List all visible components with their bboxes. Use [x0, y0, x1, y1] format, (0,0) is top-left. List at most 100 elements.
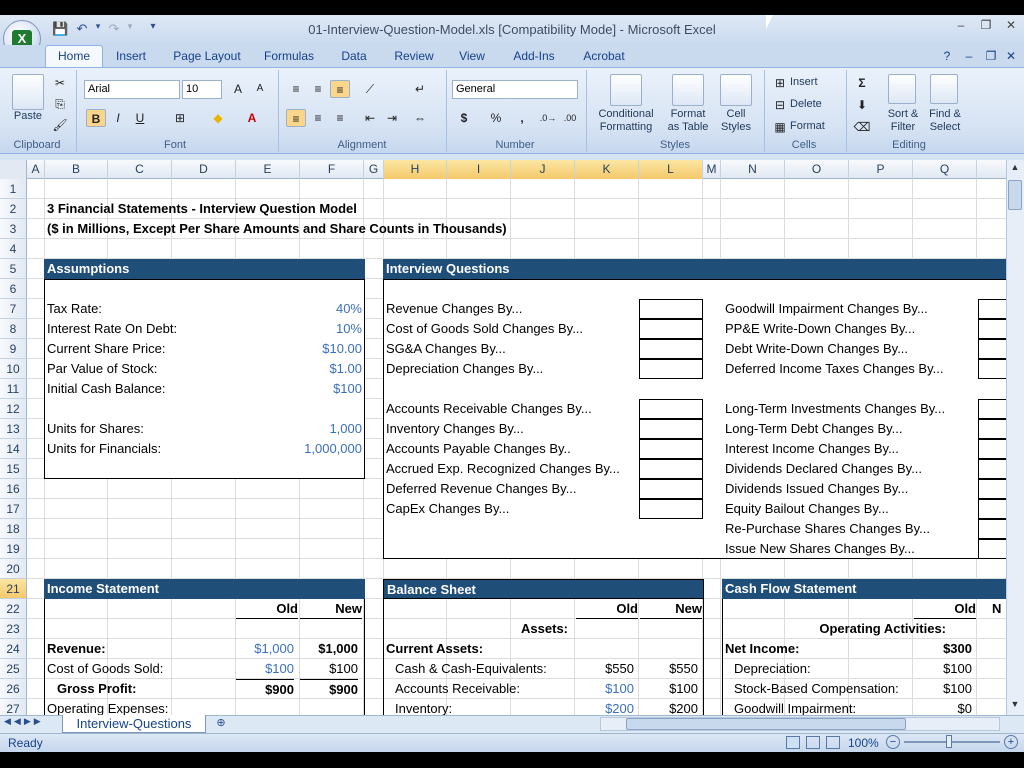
tab-review[interactable]: Review [388, 46, 440, 67]
horizontal-scroll-thumb[interactable] [626, 718, 906, 730]
shrink-font-icon[interactable]: A [250, 80, 270, 98]
column-header[interactable]: D [172, 160, 236, 179]
page-layout-view-icon[interactable] [806, 736, 820, 749]
cell-styles-label2[interactable]: Styles [712, 121, 760, 133]
balance-old-value[interactable]: $550 [576, 659, 634, 679]
format-cells-button[interactable]: Format [790, 120, 825, 132]
conditional-formatting-icon[interactable] [610, 74, 642, 106]
assumption-value[interactable]: 40% [290, 299, 362, 319]
answer-input[interactable] [639, 459, 703, 479]
decrease-decimal-icon[interactable]: .00 [560, 109, 580, 127]
row-header[interactable]: 3 [0, 219, 27, 239]
row-header[interactable]: 5 [0, 259, 27, 279]
row-header[interactable]: 22 [0, 599, 27, 619]
bottom-align-icon[interactable]: ≡ [330, 80, 350, 98]
row-header[interactable]: 21 [0, 579, 27, 599]
column-header[interactable]: J [511, 160, 575, 179]
cashflow-old-value[interactable]: $100 [914, 679, 972, 699]
help-icon[interactable]: ? [938, 46, 956, 67]
align-left-icon[interactable]: ≡ [286, 109, 306, 127]
ribbon-restore-icon[interactable]: ❐ [982, 46, 1000, 67]
column-header[interactable]: O [785, 160, 849, 179]
cashflow-old-value[interactable]: $100 [914, 659, 972, 679]
column-header[interactable]: F [300, 160, 364, 179]
column-header[interactable]: K [575, 160, 639, 179]
borders-icon[interactable]: ⊞ [170, 109, 190, 127]
conditional-formatting-label2[interactable]: Formatting [590, 121, 662, 133]
restore-button[interactable]: ❐ [975, 18, 997, 38]
zoom-in-icon[interactable]: + [1004, 735, 1018, 749]
cell-styles-label[interactable]: Cell [712, 108, 760, 120]
balance-new-value[interactable]: $550 [640, 659, 698, 679]
income-old-value[interactable]: $100 [236, 659, 294, 679]
font-name-combo[interactable]: Arial [84, 80, 180, 99]
italic-button[interactable]: I [108, 109, 128, 127]
paste-icon[interactable] [12, 74, 44, 110]
increase-decimal-icon[interactable]: .0→ [538, 109, 558, 127]
zoom-slider-thumb[interactable] [946, 735, 952, 748]
column-header[interactable]: Q [913, 160, 977, 179]
scroll-down-arrow-icon[interactable]: ▼ [1008, 699, 1022, 713]
zoom-level[interactable]: 100% [848, 736, 879, 750]
answer-input[interactable] [639, 439, 703, 459]
grow-font-icon[interactable]: A [228, 80, 248, 98]
row-header[interactable]: 6 [0, 279, 27, 299]
find-select-icon[interactable] [930, 74, 958, 104]
vertical-scrollbar[interactable] [1006, 160, 1024, 715]
minimize-button[interactable]: – [950, 18, 972, 38]
insert-cells-icon[interactable]: ⊞ [770, 74, 790, 92]
close-button[interactable]: ✕ [1000, 18, 1022, 38]
income-new-value[interactable]: $1,000 [300, 639, 358, 659]
tab-formulas[interactable]: Formulas [258, 46, 320, 67]
tab-acrobat[interactable]: Acrobat [575, 46, 633, 67]
column-header[interactable]: A [27, 160, 45, 179]
tab-data[interactable]: Data [333, 46, 375, 67]
row-header[interactable]: 26 [0, 679, 27, 699]
row-header[interactable]: 18 [0, 519, 27, 539]
balance-new-value[interactable]: $100 [640, 679, 698, 699]
delete-cells-icon[interactable]: ⊟ [770, 96, 790, 114]
autosum-icon[interactable]: Σ [852, 74, 872, 92]
answer-input[interactable] [639, 499, 703, 519]
column-header[interactable]: N [721, 160, 785, 179]
sheet-nav-arrows-icon[interactable]: ◀◀▶▶ [4, 716, 56, 732]
format-as-table-label2[interactable]: as Table [660, 121, 716, 133]
balance-old-value[interactable]: $100 [576, 679, 634, 699]
currency-button[interactable]: $ [454, 109, 474, 127]
format-as-table-label[interactable]: Format [660, 108, 716, 120]
tab-add-ins[interactable]: Add-Ins [505, 46, 563, 67]
income-new-value[interactable]: $100 [300, 659, 358, 679]
zoom-slider-track[interactable] [904, 741, 1000, 743]
middle-align-icon[interactable]: ≡ [308, 80, 328, 98]
fill-icon[interactable]: ⬇ [852, 96, 872, 114]
row-header[interactable]: 15 [0, 459, 27, 479]
column-header[interactable]: H [384, 160, 447, 179]
scroll-up-arrow-icon[interactable]: ▲ [1008, 162, 1022, 176]
number-format-combo[interactable]: General [452, 80, 578, 99]
normal-view-icon[interactable] [786, 736, 800, 749]
row-header[interactable]: 19 [0, 539, 27, 559]
underline-button[interactable]: U [130, 109, 150, 127]
row-header[interactable]: 20 [0, 559, 27, 579]
answer-input[interactable] [639, 399, 703, 419]
income-new-value[interactable]: $900 [300, 679, 358, 699]
answer-input[interactable] [639, 419, 703, 439]
row-header[interactable]: 24 [0, 639, 27, 659]
row-header[interactable]: 14 [0, 439, 27, 459]
answer-input[interactable] [639, 359, 703, 379]
bold-button[interactable]: B [86, 109, 106, 127]
wrap-text-icon[interactable]: ↵ [410, 80, 430, 98]
row-header[interactable]: 7 [0, 299, 27, 319]
assumption-value[interactable]: $100 [290, 379, 362, 399]
increase-indent-icon[interactable]: ⇥ [382, 109, 402, 127]
column-header[interactable]: P [849, 160, 913, 179]
tab-home[interactable]: Home [45, 46, 103, 67]
sheet-tab-interview-questions[interactable]: Interview-Questions [62, 715, 206, 733]
row-header[interactable]: 11 [0, 379, 27, 399]
assumption-value[interactable]: $10.00 [290, 339, 362, 359]
percent-button[interactable]: % [486, 109, 506, 127]
sort-filter-icon[interactable] [888, 74, 916, 104]
align-right-icon[interactable]: ≡ [330, 109, 350, 127]
column-header[interactable]: I [447, 160, 511, 179]
row-header[interactable]: 12 [0, 399, 27, 419]
